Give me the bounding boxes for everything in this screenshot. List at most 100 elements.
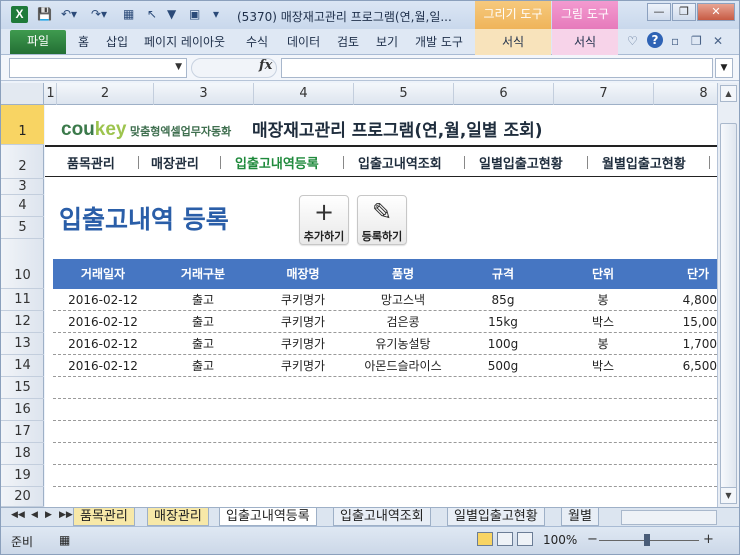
horizontal-scrollbar[interactable] [621, 510, 717, 525]
row-header[interactable]: 4 [1, 195, 44, 217]
prev-sheet-icon[interactable]: ◀ [31, 510, 38, 520]
zoom-slider-thumb[interactable] [644, 534, 650, 546]
tab-view[interactable]: 보기 [376, 33, 398, 50]
table-row[interactable]: 2016-02-12 출고 쿠키명가 검은콩 15kg 박스 15,00 [53, 311, 717, 333]
macro-record-icon[interactable]: ▦ [59, 533, 70, 547]
function-icon[interactable]: fx [259, 58, 272, 73]
menu-item-monthly[interactable]: 월별입출고현황 [602, 153, 686, 172]
row-header[interactable]: 11 [1, 289, 44, 311]
row-header[interactable]: 10 [1, 239, 44, 289]
cell-item[interactable]: 아몬드슬라이스 [353, 355, 453, 377]
row-header[interactable]: 14 [1, 355, 44, 377]
cell-spec[interactable]: 100g [453, 333, 553, 355]
cell-type[interactable]: 출고 [153, 333, 253, 355]
sheet-tab-monthly[interactable]: 월별 [561, 508, 599, 526]
first-sheet-icon[interactable]: ◀◀ [11, 510, 25, 520]
empty-row[interactable] [53, 465, 717, 487]
row-header[interactable]: 17 [1, 421, 44, 443]
tab-formulas[interactable]: 수식 [246, 33, 268, 50]
column-header[interactable]: 4 [254, 83, 354, 105]
page-layout-view-icon[interactable] [497, 532, 513, 546]
cell-date[interactable]: 2016-02-12 [53, 355, 153, 377]
restore-button[interactable]: ❐ [672, 3, 696, 21]
cell-date[interactable]: 2016-02-12 [53, 311, 153, 333]
row-header[interactable]: 13 [1, 333, 44, 355]
filter-icon[interactable]: ▼ [167, 7, 176, 21]
expand-formula-icon[interactable]: ▼ [715, 58, 733, 78]
select-all-corner[interactable] [1, 83, 44, 105]
cell-date[interactable]: 2016-02-12 [53, 289, 153, 311]
cell-item[interactable]: 망고스낵 [353, 289, 453, 311]
cell-price[interactable]: 1,700 [653, 333, 717, 355]
cell-store[interactable]: 쿠키명가 [253, 333, 353, 355]
empty-row[interactable] [53, 377, 717, 399]
row-header[interactable]: 16 [1, 399, 44, 421]
zoom-level[interactable]: 100% [543, 533, 577, 547]
ribbon-restore-icon[interactable]: ❐ [691, 34, 702, 48]
column-header[interactable]: 7 [554, 83, 654, 105]
menu-item-register[interactable]: 입출고내역등록 [235, 153, 319, 172]
cell-date[interactable]: 2016-02-12 [53, 333, 153, 355]
table-row[interactable]: 2016-02-12 출고 쿠키명가 아몬드슬라이스 500g 박스 6,500 [53, 355, 717, 377]
row-header[interactable]: 5 [1, 217, 44, 239]
sheet-tab-inquiry[interactable]: 입출고내역조회 [333, 508, 431, 526]
cell-price[interactable]: 4,800 [653, 289, 717, 311]
add-button[interactable]: + 추가하기 [299, 195, 349, 245]
column-header[interactable]: 1 [45, 83, 57, 105]
row-header[interactable]: 2 [1, 145, 44, 179]
help-icon[interactable]: ? [647, 32, 663, 48]
table-row[interactable]: 2016-02-12 출고 쿠키명가 망고스낵 85g 봉 4,800 [53, 289, 717, 311]
row-header[interactable]: 15 [1, 377, 44, 399]
redo-icon[interactable]: ↷▾ [91, 7, 107, 21]
zoom-in-icon[interactable]: + [703, 532, 714, 547]
cell-price[interactable]: 15,00 [653, 311, 717, 333]
table-icon[interactable]: ▦ [123, 7, 134, 21]
tab-picture-format[interactable]: 서식 [552, 29, 618, 55]
excel-app-icon[interactable]: X [11, 6, 28, 23]
chevron-down-icon[interactable]: ▼ [175, 62, 182, 72]
close-button[interactable]: ✕ [697, 3, 735, 21]
column-header[interactable]: 2 [57, 83, 154, 105]
formula-input[interactable] [281, 58, 713, 78]
tab-home[interactable]: 홈 [78, 33, 89, 50]
menu-item-daily[interactable]: 일별입출고현황 [479, 153, 563, 172]
menu-item-products[interactable]: 품목관리 [67, 153, 115, 172]
row-header[interactable]: 20 [1, 487, 44, 507]
sheet-tab-register[interactable]: 입출고내역등록 [219, 508, 317, 526]
form-icon[interactable]: ▣ [189, 7, 200, 21]
name-box[interactable]: ▼ [9, 58, 187, 78]
tab-page-layout[interactable]: 페이지 레이아웃 [144, 33, 225, 50]
normal-view-icon[interactable] [477, 532, 493, 546]
scroll-up-icon[interactable]: ▲ [720, 85, 737, 102]
row-header[interactable]: 3 [1, 179, 44, 195]
tab-file[interactable]: 파일 [10, 30, 66, 54]
cell-spec[interactable]: 85g [453, 289, 553, 311]
page-break-view-icon[interactable] [517, 532, 533, 546]
scroll-down-icon[interactable]: ▼ [720, 487, 737, 504]
tab-data[interactable]: 데이터 [287, 33, 320, 50]
customize-qat-icon[interactable]: ▾ [213, 7, 219, 21]
tab-developer[interactable]: 개발 도구 [415, 33, 463, 50]
menu-item-stores[interactable]: 매장관리 [151, 153, 199, 172]
column-header[interactable]: 3 [154, 83, 254, 105]
menu-item-inquiry[interactable]: 입출고내역조회 [358, 153, 442, 172]
row-header[interactable]: 12 [1, 311, 44, 333]
row-header[interactable]: 18 [1, 443, 44, 465]
pointer-icon[interactable]: ↖ [147, 7, 157, 21]
empty-row[interactable] [53, 399, 717, 421]
ribbon-close-icon[interactable]: ✕ [713, 34, 723, 48]
sheet-tab-products[interactable]: 품목관리 [73, 508, 135, 526]
empty-row[interactable] [53, 443, 717, 465]
zoom-out-icon[interactable]: − [587, 532, 598, 547]
vertical-scrollbar[interactable]: ▲ ▼ [717, 83, 739, 507]
cell-store[interactable]: 쿠키명가 [253, 311, 353, 333]
cell-spec[interactable]: 15kg [453, 311, 553, 333]
last-sheet-icon[interactable]: ▶▶ [59, 510, 73, 520]
tab-review[interactable]: 검토 [337, 33, 359, 50]
cell-type[interactable]: 출고 [153, 289, 253, 311]
cell-store[interactable]: 쿠키명가 [253, 289, 353, 311]
ribbon-minimize-icon[interactable]: ▫ [671, 34, 679, 48]
cell-item[interactable]: 검은콩 [353, 311, 453, 333]
cell-type[interactable]: 출고 [153, 355, 253, 377]
tab-insert[interactable]: 삽입 [106, 33, 128, 50]
